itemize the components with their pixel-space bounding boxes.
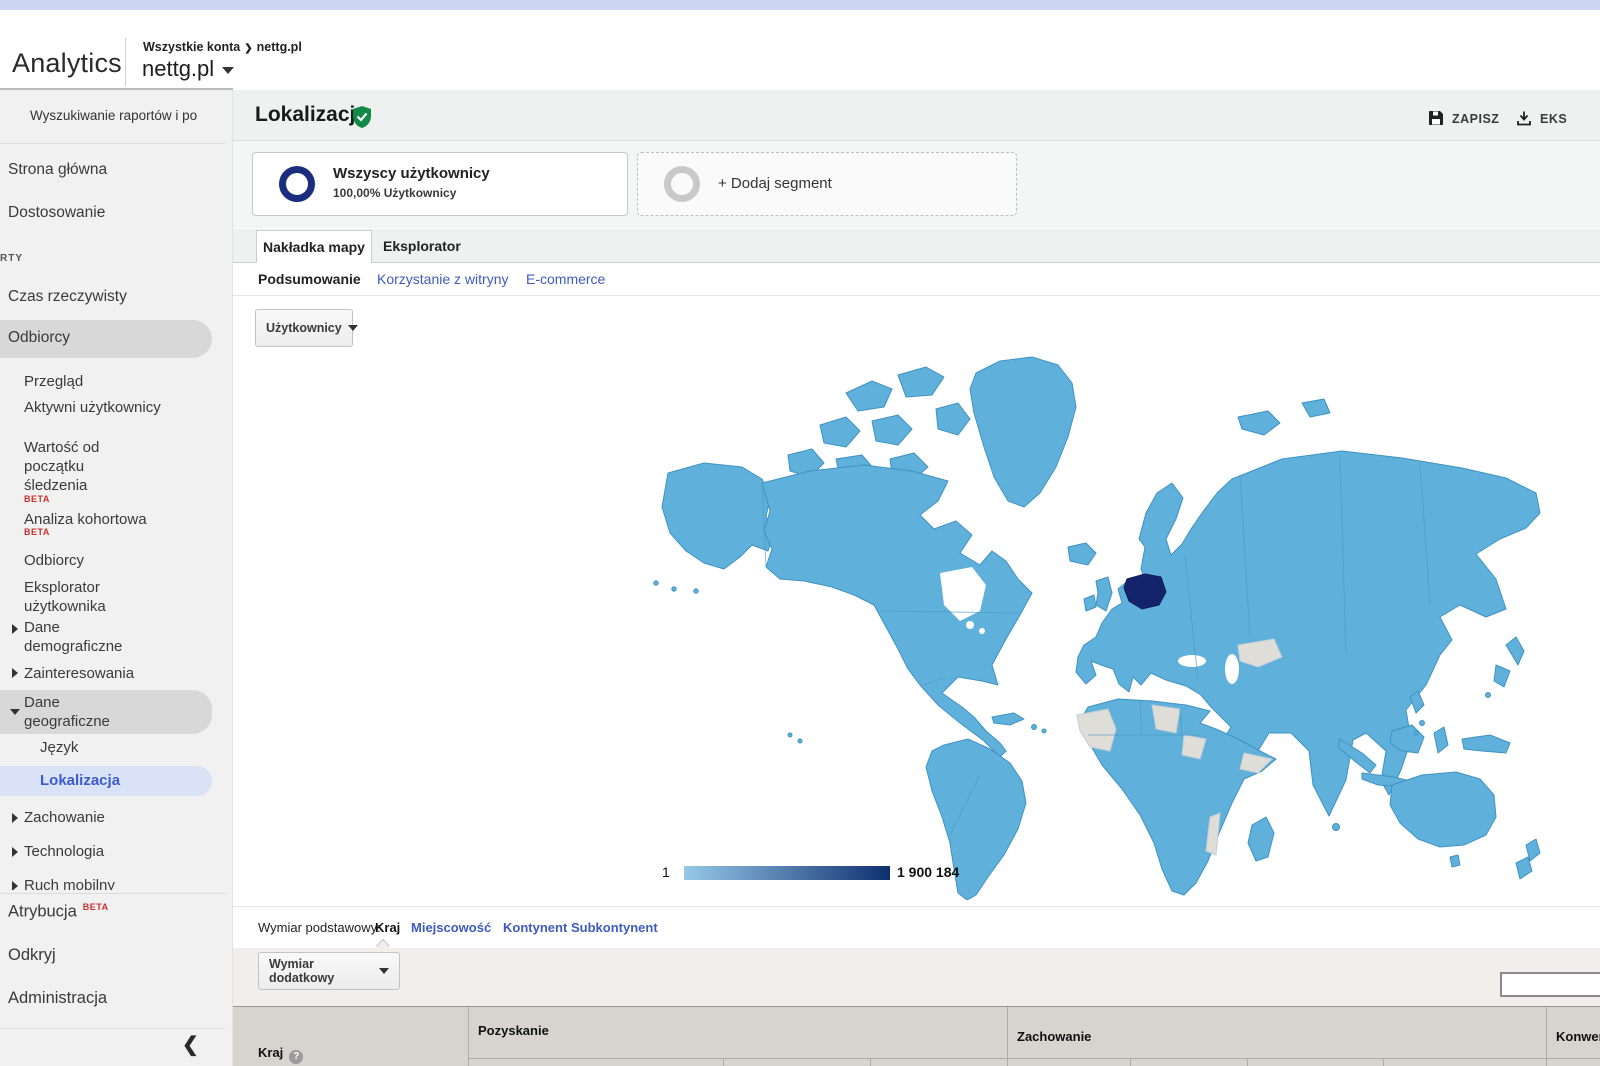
- subtab-summary[interactable]: Podsumowanie: [258, 271, 361, 287]
- page-title: Lokalizacja: [255, 103, 367, 127]
- chevron-down-icon: [379, 968, 389, 974]
- sidebar-item-attribution[interactable]: AtrybucjaBETA: [8, 902, 109, 922]
- map-legend-min: 1: [662, 864, 670, 880]
- shield-check-icon: [352, 105, 372, 129]
- metric-selector-dropdown[interactable]: Użytkownicy: [255, 309, 353, 347]
- property-selector[interactable]: nettg.pl: [142, 56, 234, 82]
- breadcrumb[interactable]: Wszystkie konta ❯ nettg.pl: [143, 40, 302, 54]
- chevron-down-icon: [348, 325, 358, 331]
- subcolumn-divider: [1247, 1058, 1248, 1066]
- sidebar-item-audiences[interactable]: Odbiorcy: [24, 551, 174, 570]
- segment-all-users-card[interactable]: Wszyscy użytkownicy 100,00% Użytkownicy: [252, 152, 628, 216]
- column-group-acquisition: Pozyskanie: [478, 1023, 549, 1038]
- sidebar-item-lifetime-value[interactable]: Wartość od początku śledzenia: [24, 438, 139, 495]
- sidebar-item-user-explorer[interactable]: Eksplorator użytkownika: [24, 578, 144, 616]
- beta-badge: BETA: [83, 902, 109, 912]
- expand-arrow-icon: [12, 881, 18, 890]
- report-header-band: [233, 90, 1600, 140]
- sidebar-item-discover[interactable]: Odkryj: [8, 946, 56, 965]
- world-map[interactable]: [640, 355, 1560, 900]
- subcolumn-divider: [870, 1058, 871, 1066]
- expand-arrow-icon[interactable]: [12, 847, 18, 857]
- header-row-divider: [468, 1058, 1600, 1059]
- sidebar-item-geo[interactable]: Dane geograficzne: [0, 690, 212, 734]
- add-segment-ring-icon: [664, 166, 700, 202]
- map-legend-max: 1 900 184: [897, 864, 959, 880]
- sidebar-item-demographics[interactable]: Dane demograficzne: [24, 618, 144, 656]
- search-input[interactable]: Wyszukiwanie raportów i po: [30, 108, 197, 123]
- map-continents: [654, 357, 1540, 900]
- expand-arrow-icon[interactable]: [12, 668, 18, 678]
- expand-arrow-icon[interactable]: [12, 813, 18, 823]
- segment-ring-icon: [279, 166, 315, 202]
- table-search-input[interactable]: [1500, 972, 1600, 997]
- subcolumn-divider: [1383, 1058, 1384, 1066]
- collapse-arrow-icon[interactable]: [10, 709, 20, 715]
- subtab-ecommerce[interactable]: E-commerce: [526, 271, 605, 287]
- secondary-dimension-band: [233, 948, 1600, 1006]
- sidebar-item-realtime[interactable]: Czas rzeczywisty: [8, 288, 127, 306]
- chevron-right-icon: ❯: [244, 43, 252, 54]
- beta-badge: BETA: [24, 527, 50, 537]
- app-header: Analytics Wszystkie konta ❯ nettg.pl nettg…: [0, 10, 1600, 90]
- sidebar-item-active-users[interactable]: Aktywni użytkownicy: [24, 398, 174, 417]
- help-icon[interactable]: ?: [289, 1050, 303, 1064]
- chevron-down-icon: [222, 67, 234, 74]
- divider: [0, 143, 225, 144]
- analytics-logo[interactable]: Analytics: [12, 48, 122, 79]
- tab-explorer[interactable]: Eksplorator: [383, 238, 461, 254]
- sidebar-item-overview[interactable]: Przegląd: [24, 372, 174, 391]
- divider: [0, 893, 225, 894]
- dimension-country-active[interactable]: Kraj: [375, 920, 400, 935]
- sidebar-collapse-button[interactable]: ❮: [182, 1032, 199, 1057]
- dimension-city-link[interactable]: Miejscowość: [411, 920, 491, 935]
- analytics-app: Analytics Wszystkie konta ❯ nettg.pl nettg…: [0, 0, 1600, 1066]
- sidebar-item-language[interactable]: Język: [40, 738, 190, 757]
- export-button[interactable]: EKS: [1516, 110, 1567, 126]
- save-button[interactable]: ZAPISZ: [1428, 110, 1499, 126]
- map-legend-gradient: [684, 866, 890, 880]
- sidebar-item-audience[interactable]: Odbiorcy: [0, 320, 212, 358]
- breadcrumb-account[interactable]: Wszystkie konta: [143, 40, 240, 54]
- sidebar-item-home[interactable]: Strona główna: [8, 161, 107, 179]
- subcolumn-divider: [1130, 1058, 1131, 1066]
- sidebar-item-customization[interactable]: Dostosowanie: [8, 204, 105, 222]
- divider: [0, 1028, 225, 1029]
- subcolumn-divider: [723, 1058, 724, 1066]
- secondary-dimension-dropdown[interactable]: Wymiar dodatkowy: [258, 952, 400, 990]
- primary-dimension-label: Wymiar podstawowy:: [258, 920, 381, 935]
- sidebar-item-mobile-clipped[interactable]: Ruch mobilny: [0, 876, 212, 890]
- browser-top-strip: [0, 0, 1600, 10]
- sidebar-item-interests[interactable]: Zainteresowania: [24, 664, 159, 683]
- beta-badge: BETA: [24, 494, 50, 504]
- sidebar-item-admin[interactable]: Administracja: [8, 989, 107, 1008]
- data-table-header: Kraj? Pozyskanie Zachowanie Konwers: [233, 1006, 1600, 1066]
- add-segment-card[interactable]: + Dodaj segment: [637, 152, 1017, 216]
- header-divider: [125, 38, 126, 86]
- sidebar-item-technology[interactable]: Technologia: [24, 842, 174, 861]
- sidebar-item-behavior[interactable]: Zachowanie: [24, 808, 174, 827]
- subtab-site-usage[interactable]: Korzystanie z witryny: [377, 271, 508, 287]
- column-group-conversions: Konwers: [1556, 1029, 1600, 1044]
- dimension-subcontinent-link[interactable]: Subkontynent: [571, 920, 658, 935]
- segment-subtitle: 100,00% Użytkownicy: [333, 186, 456, 200]
- column-group-behavior: Zachowanie: [1017, 1029, 1091, 1044]
- breadcrumb-property[interactable]: nettg.pl: [257, 40, 302, 54]
- download-icon: [1516, 110, 1532, 126]
- save-floppy-icon: [1428, 110, 1444, 126]
- tab-map-overlay[interactable]: Nakładka mapy: [256, 230, 372, 263]
- sidebar: Wyszukiwanie raportów i po Strona główna…: [0, 90, 233, 1066]
- sidebar-section-reports: RTY: [0, 253, 23, 264]
- sidebar-item-location-active[interactable]: Lokalizacja: [0, 766, 212, 796]
- expand-arrow-icon[interactable]: [12, 624, 18, 634]
- dimension-continent-link[interactable]: Kontynent: [503, 920, 567, 935]
- column-header-country[interactable]: Kraj?: [258, 1045, 303, 1064]
